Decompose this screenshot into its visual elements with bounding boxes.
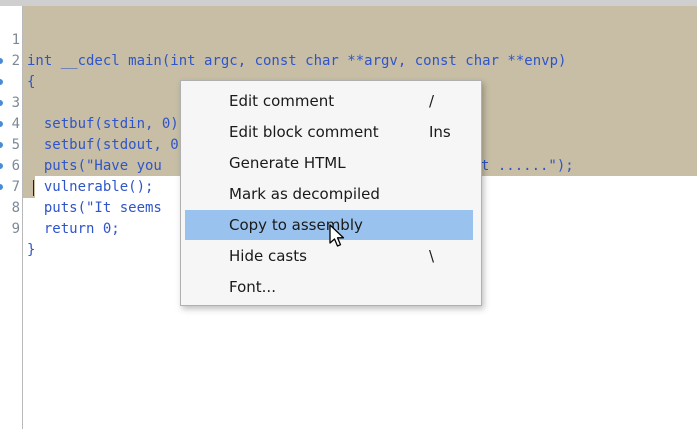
text-caret [33, 180, 34, 196]
code-text[interactable]: t ......"); [481, 156, 574, 177]
code-line[interactable]: 4 setbuf(stdout, 0); [0, 72, 196, 153]
breakpoint-dot-icon[interactable] [0, 58, 3, 64]
code-text[interactable]: vulnerable(); [27, 177, 154, 198]
menu-item-shortcut: Ins [429, 123, 451, 141]
code-text[interactable]: return 0; [27, 219, 120, 240]
code-text[interactable]: int __cdecl main(int argc, const char **… [27, 51, 566, 72]
code-line[interactable]: 7 puts("It seems [0, 135, 162, 216]
code-line[interactable]: 9 } [0, 177, 35, 258]
context-menu: Edit comment / Edit block comment Ins Ge… [180, 80, 482, 306]
code-line[interactable]: 2 { [0, 30, 36, 90]
code-line[interactable]: 1 int __cdecl main(int argc, const char … [0, 9, 567, 69]
breakpoint-dot-icon[interactable] [0, 100, 3, 106]
code-line[interactable]: 3 setbuf(stdin, 0); [0, 51, 187, 132]
code-line[interactable]: 8 return 0; [0, 156, 120, 237]
code-line[interactable]: 6 vulnerable(); [0, 114, 153, 195]
menu-item-shortcut: / [429, 92, 435, 110]
breakpoint-dot-icon[interactable] [0, 163, 3, 169]
menu-item-edit-comment[interactable]: Edit comment / [185, 86, 473, 116]
menu-item-label: Edit block comment [229, 123, 379, 141]
code-text[interactable]: setbuf(stdin, 0); [27, 114, 187, 135]
menu-item-generate-html[interactable]: Generate HTML [185, 148, 473, 178]
line-number: 9 [11, 221, 20, 237]
code-text[interactable]: setbuf(stdout, 0); [27, 135, 196, 156]
menu-item-label: Mark as decompiled [229, 185, 380, 203]
breakpoint-dot-icon[interactable] [0, 121, 3, 127]
menu-item-label: Font... [229, 278, 276, 296]
code-text[interactable]: puts("It seems [27, 198, 162, 219]
code-line[interactable]: 5 puts("Have you [0, 93, 162, 174]
menu-item-mark-as-decompiled[interactable]: Mark as decompiled [185, 179, 473, 209]
breakpoint-dot-icon[interactable] [0, 142, 3, 148]
menu-item-label: Hide casts [229, 247, 307, 265]
menu-item-label: Generate HTML [229, 154, 346, 172]
code-text[interactable]: puts("Have you [27, 156, 162, 177]
menu-item-shortcut: \ [429, 247, 435, 265]
menu-item-edit-block-comment[interactable]: Edit block comment Ins [185, 117, 473, 147]
menu-item-label: Edit comment [229, 92, 335, 110]
breakpoint-dot-icon[interactable] [0, 79, 3, 85]
mouse-pointer-icon [329, 224, 345, 247]
menu-item-font[interactable]: Font... [185, 272, 473, 302]
code-line-tail[interactable]: t ......"); [481, 135, 574, 174]
code-text[interactable]: } [27, 240, 35, 261]
breakpoint-dot-icon[interactable] [0, 184, 3, 190]
